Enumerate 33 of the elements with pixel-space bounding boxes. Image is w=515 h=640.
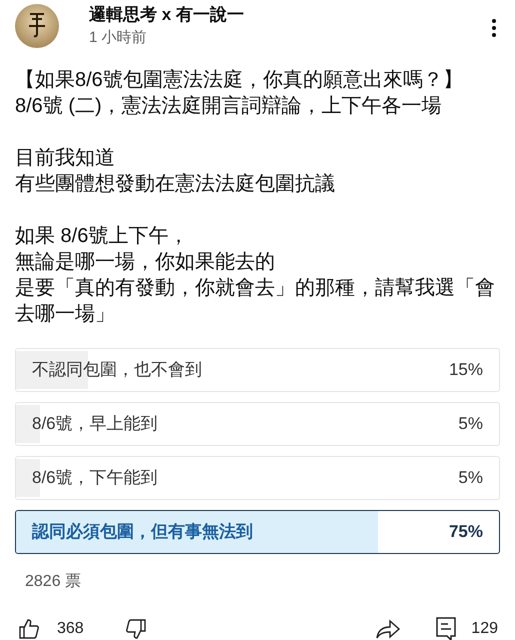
- poll-option-label: 認同必須包圍，但有事無法到: [32, 521, 253, 544]
- avatar-icon: [15, 4, 59, 48]
- post-time: 1 小時前: [89, 28, 148, 48]
- thumbs-down-icon: [124, 617, 148, 640]
- poll-option-label: 8/6號，早上能到: [32, 413, 158, 436]
- author-name[interactable]: 邏輯思考 x 有一說一: [89, 3, 490, 27]
- post-text-line: 去哪一場」: [15, 302, 116, 327]
- more-options-icon[interactable]: [490, 17, 498, 39]
- share-button[interactable]: [375, 617, 402, 640]
- poll-option[interactable]: 認同必須包圍，但有事無法到 75%: [15, 510, 500, 554]
- like-button[interactable]: 368: [17, 617, 84, 640]
- post-text-line: 如果 8/6號上下午，: [15, 224, 190, 249]
- poll-option-percent: 15%: [448, 359, 483, 382]
- dislike-button[interactable]: [124, 617, 148, 640]
- comment-icon: [435, 616, 458, 640]
- share-arrow-icon: [375, 617, 402, 640]
- post-text-line: 【如果8/6號包圍憲法法庭，你真的願意出來嗎？】: [15, 68, 464, 93]
- post-text-line: 是要「真的有發動，你就會去」的那種，請幫我選「會: [15, 276, 496, 301]
- vote-count: 2826 票: [25, 572, 82, 592]
- poll-option[interactable]: 8/6號，下午能到 5%: [15, 456, 500, 500]
- poll-option[interactable]: 8/6號，早上能到 5%: [15, 402, 500, 446]
- poll-option-percent: 5%: [458, 413, 483, 436]
- post-text-line: 無論是哪一場，你如果能去的: [15, 250, 276, 275]
- poll-option[interactable]: 不認同包圍，也不會到 15%: [15, 348, 500, 392]
- poll-option-label: 8/6號，下午能到: [32, 467, 158, 490]
- poll-option-label: 不認同包圍，也不會到: [32, 359, 202, 382]
- post-text-line: 目前我知道: [15, 146, 116, 171]
- poll-option-percent: 5%: [458, 467, 483, 490]
- post-text-line: 有些團體想發動在憲法法庭包圍抗議: [15, 172, 336, 197]
- post-text-line: 8/6號 (二)，憲法法庭開言詞辯論，上下午各一場: [15, 94, 443, 119]
- comments-button[interactable]: 129: [435, 616, 498, 640]
- poll-option-percent: 75%: [448, 521, 483, 544]
- thumbs-up-icon: [17, 617, 41, 640]
